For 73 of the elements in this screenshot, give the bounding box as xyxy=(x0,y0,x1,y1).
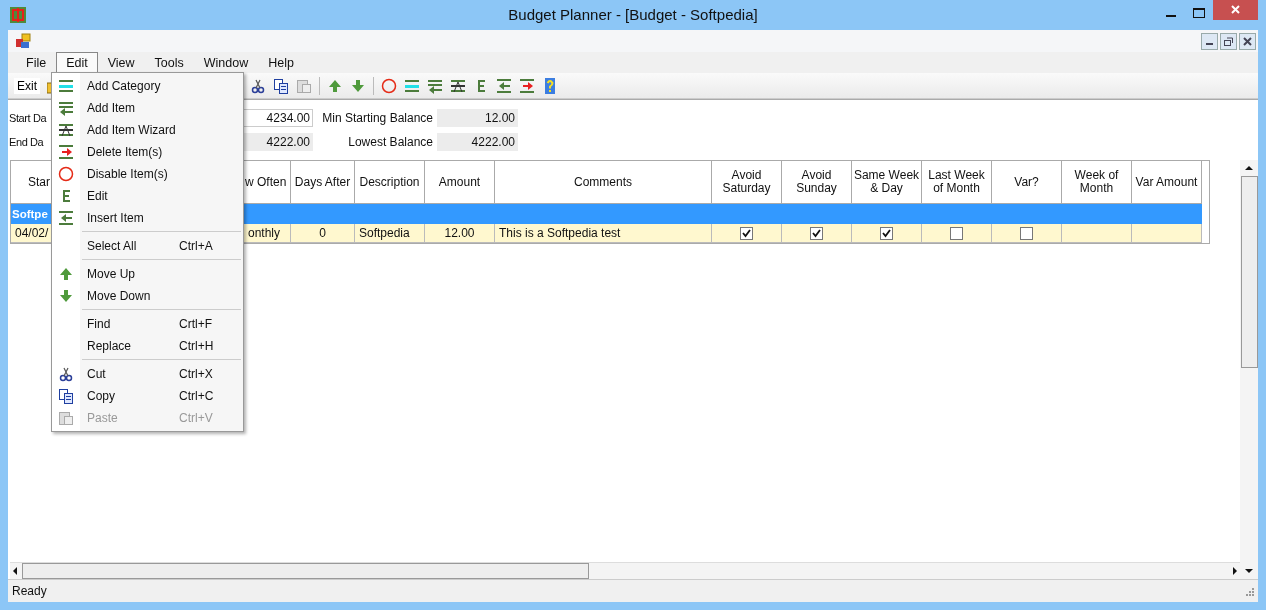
add-category-icon[interactable] xyxy=(404,77,420,94)
down-arrow-icon xyxy=(58,288,74,304)
amount-field: 12.00 xyxy=(437,109,518,127)
menu-item[interactable]: File xyxy=(16,52,57,73)
document-icon[interactable] xyxy=(15,33,31,49)
copy-icon xyxy=(58,388,74,404)
category-name: Softpe xyxy=(12,208,48,220)
menu-item[interactable]: Cut Ctrl+X xyxy=(52,363,243,385)
checkbox[interactable] xyxy=(880,226,893,240)
close-icon[interactable] xyxy=(1239,32,1256,50)
circle-icon xyxy=(58,166,74,182)
table-cell: 0 xyxy=(291,224,355,243)
wizard-icon[interactable] xyxy=(450,77,466,94)
status-text: Ready xyxy=(12,584,47,598)
menu-item[interactable]: Edit xyxy=(56,52,98,73)
delete-icon[interactable] xyxy=(519,77,535,94)
copy-icon[interactable] xyxy=(273,77,289,94)
circle-icon[interactable] xyxy=(381,77,397,94)
wizard-icon xyxy=(58,122,74,138)
table-cell: This is a Softpedia test xyxy=(495,224,712,243)
table-cell: onthly xyxy=(244,224,291,243)
checkbox[interactable] xyxy=(810,226,823,240)
scissors-icon[interactable] xyxy=(250,77,266,94)
amount-field[interactable]: 4234.00 xyxy=(242,109,313,127)
amount-field: 4222.00 xyxy=(437,133,518,151)
app-icon xyxy=(10,7,26,23)
window-title: Budget Planner - [Budget - Softpedia] xyxy=(507,6,759,23)
checkbox[interactable] xyxy=(1020,226,1033,240)
menu-item[interactable]: Select All Ctrl+A xyxy=(52,235,243,257)
up-arrow-icon xyxy=(58,266,74,282)
field-label: End Da xyxy=(9,136,45,148)
menu-item[interactable]: View xyxy=(97,52,145,73)
menu-item[interactable]: Move Up xyxy=(52,263,243,285)
menu-item[interactable]: Find Crtl+F xyxy=(52,313,243,335)
scissors-icon xyxy=(58,366,74,382)
checkbox[interactable] xyxy=(740,226,753,240)
right-arrow-icon[interactable] xyxy=(1230,564,1240,578)
menu-item[interactable]: Copy Ctrl+C xyxy=(52,385,243,407)
table-cell: Softpedia xyxy=(355,224,425,243)
field-label: Start Da xyxy=(9,112,48,124)
table-cell: 04/02/ xyxy=(11,224,52,243)
menu-item[interactable]: Edit xyxy=(52,185,243,207)
vertical-scrollbar[interactable] xyxy=(1240,160,1258,579)
delete-icon xyxy=(58,144,74,160)
help-icon[interactable] xyxy=(542,77,558,94)
horizontal-scrollbar[interactable] xyxy=(10,562,1240,579)
add-item-icon xyxy=(58,100,74,116)
restore-icon[interactable] xyxy=(1220,32,1237,50)
menu-item[interactable]: Add Category xyxy=(52,75,243,97)
table-cell xyxy=(1132,224,1202,243)
checkbox[interactable] xyxy=(950,226,963,240)
insert-icon xyxy=(58,210,74,226)
amount-field: 4222.00 xyxy=(242,133,313,151)
field-label: Lowest Balance xyxy=(347,135,434,149)
field-label: Min Starting Balance xyxy=(321,111,434,125)
menu-item[interactable]: Tools xyxy=(144,52,194,73)
exit-button[interactable]: Exit xyxy=(14,77,40,94)
menu-item[interactable]: Help xyxy=(258,52,304,73)
close-icon[interactable] xyxy=(1213,0,1258,20)
resize-grip-icon[interactable] xyxy=(1244,586,1254,596)
minimize-icon[interactable] xyxy=(1201,32,1218,50)
table-cell: 12.00 xyxy=(425,224,495,243)
menu-item[interactable]: Add Item Wizard xyxy=(52,119,243,141)
menu-item[interactable]: Replace Ctrl+H xyxy=(52,335,243,357)
menu-item[interactable]: Window xyxy=(193,52,259,73)
menu-item[interactable]: Add Item xyxy=(52,97,243,119)
add-item-icon[interactable] xyxy=(427,77,443,94)
add-category-icon xyxy=(58,78,74,94)
menu-item[interactable]: Move Down xyxy=(52,285,243,307)
insert-icon[interactable] xyxy=(496,77,512,94)
menu-item[interactable]: Delete Item(s) xyxy=(52,141,243,163)
paste-icon xyxy=(58,410,74,426)
menu-item[interactable]: Disable Item(s) xyxy=(52,163,243,185)
